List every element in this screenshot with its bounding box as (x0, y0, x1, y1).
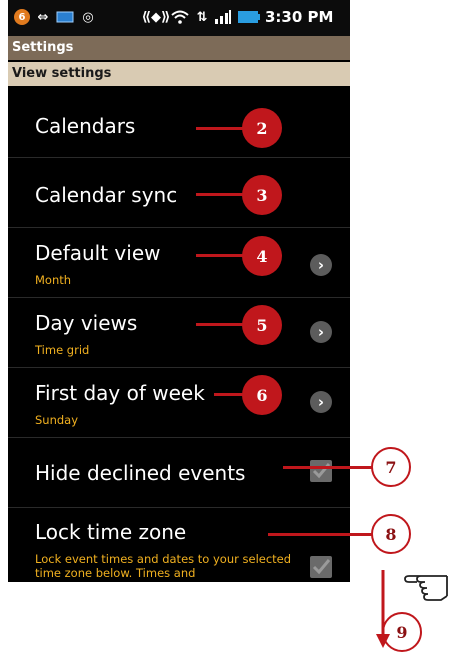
swipe-hand-icon (404, 575, 448, 601)
callout-line (196, 193, 244, 196)
callout-6: 6 (242, 375, 282, 415)
setting-title: Calendar sync (35, 183, 178, 207)
setting-default-view[interactable]: Default view Month › (8, 228, 350, 298)
setting-hide-declined-events[interactable]: Hide declined events (8, 438, 350, 508)
callout-4: 4 (242, 236, 282, 276)
clock: 3:30 PM (265, 8, 334, 26)
setting-title: Calendars (35, 114, 136, 138)
setting-title: Lock time zone (35, 520, 187, 544)
section-title: View settings (12, 66, 112, 81)
section-header: View settings (8, 62, 350, 86)
chevron-right-icon[interactable]: › (310, 391, 332, 413)
callout-7: 7 (371, 447, 411, 487)
setting-title: Day views (35, 311, 138, 335)
chevron-right-icon[interactable]: › (310, 321, 332, 343)
callout-line (214, 393, 244, 396)
scroll-down-arrow-icon (376, 570, 390, 648)
status-bar: 6 ⇔ ◎ ⟪◆⟫ ⇅ 3:30 PM (8, 0, 350, 36)
notification-badge-icon: 6 (14, 9, 30, 25)
callout-3: 3 (242, 175, 282, 215)
checkbox-checked[interactable] (310, 556, 332, 578)
setting-title: Hide declined events (35, 461, 246, 485)
setting-value: Month (35, 273, 72, 287)
setting-title: First day of week (35, 381, 205, 405)
callout-line (268, 533, 374, 536)
setting-title: Default view (35, 241, 161, 265)
callout-line (196, 254, 244, 257)
callout-2: 2 (242, 108, 282, 148)
chevron-right-icon[interactable]: › (310, 254, 332, 276)
sync-icon: ◎ (82, 9, 94, 25)
callout-line (196, 323, 244, 326)
setting-description: Lock event times and dates to your selec… (35, 552, 292, 580)
setting-value: Time grid (35, 343, 90, 357)
setting-value: Sunday (35, 413, 79, 427)
checkbox-checked[interactable] (310, 460, 332, 482)
vibrate-icon: ⟪◆⟫ (141, 9, 171, 25)
wifi-icon (171, 9, 189, 25)
setting-day-views[interactable]: Day views Time grid › (8, 298, 350, 368)
phone-screen: 6 ⇔ ◎ ⟪◆⟫ ⇅ 3:30 PM Settings View settin… (8, 0, 350, 582)
setting-lock-time-zone[interactable]: Lock time zone Lock event times and date… (8, 508, 350, 582)
app-title-bar: Settings (8, 36, 350, 60)
usb-icon: ⇔ (37, 9, 49, 25)
battery-icon (238, 9, 260, 25)
callout-line (283, 466, 373, 469)
callout-5: 5 (242, 305, 282, 345)
setting-first-day-of-week[interactable]: First day of week Sunday › (8, 368, 350, 438)
callout-8: 8 (371, 514, 411, 554)
callout-line (196, 127, 244, 130)
setting-calendar-sync[interactable]: Calendar sync (8, 158, 350, 228)
setting-calendars[interactable]: Calendars (8, 88, 350, 158)
data-icon: ⇅ (196, 9, 208, 25)
card-icon (56, 9, 74, 25)
app-title: Settings (12, 40, 74, 55)
signal-icon (214, 9, 232, 25)
